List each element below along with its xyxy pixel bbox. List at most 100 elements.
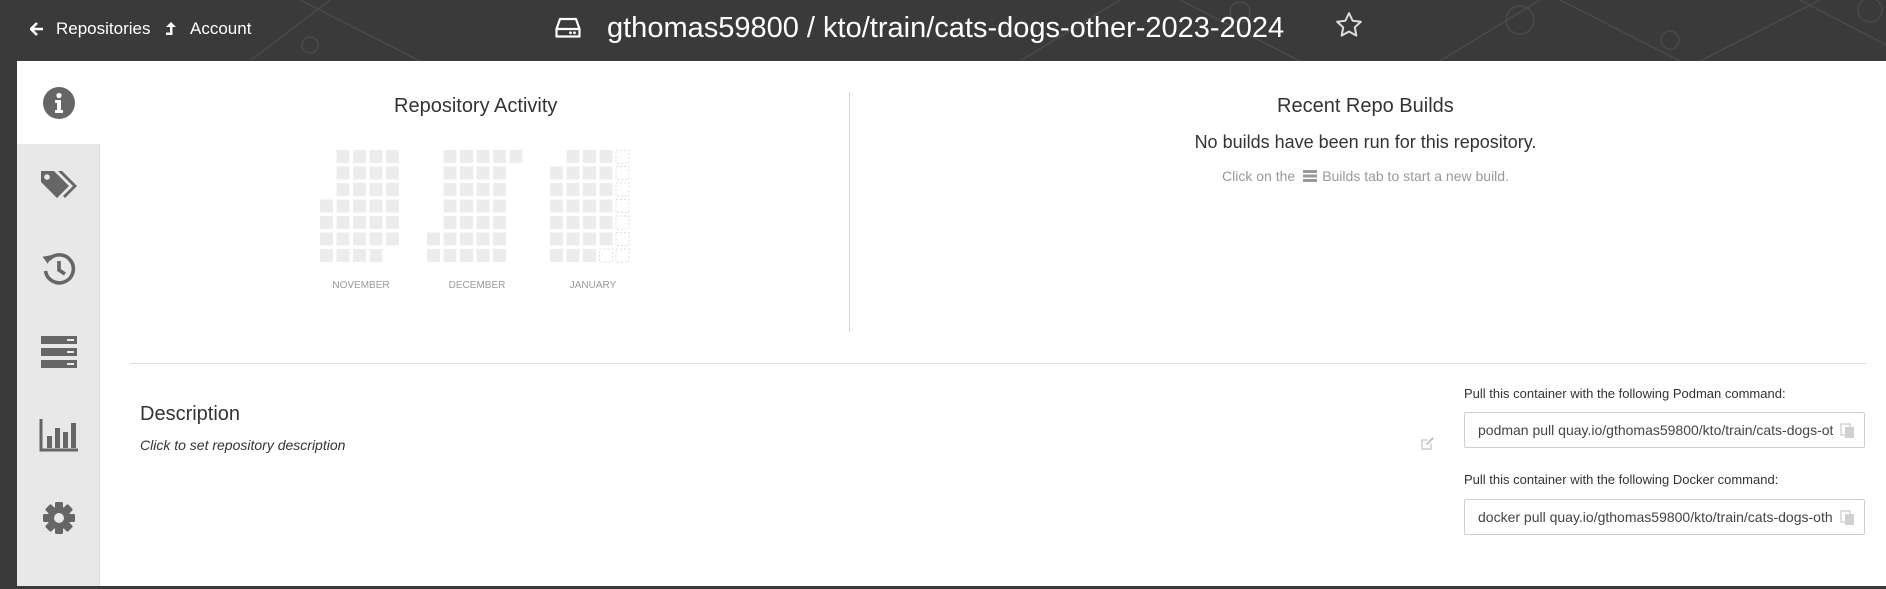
activity-day-cell <box>443 232 457 246</box>
bar-chart-icon <box>39 418 78 451</box>
repositories-link[interactable]: Repositories <box>30 17 151 41</box>
activity-day-cell <box>476 150 490 163</box>
activity-day-cell <box>599 199 613 213</box>
account-link-label: Account <box>190 19 252 38</box>
activity-day-cell <box>566 249 580 262</box>
tab-usage-logs[interactable] <box>17 393 100 476</box>
activity-day-cell <box>493 183 506 196</box>
info-circle-icon <box>42 86 75 119</box>
activity-day-cell <box>599 216 613 229</box>
activity-day-cell <box>443 166 457 180</box>
activity-day-cell <box>443 216 457 229</box>
activity-heatmap: NOVEMBER DECEMBER JANUARY <box>320 149 630 291</box>
activity-day-cell <box>583 166 596 180</box>
activity-day-cell <box>353 249 366 262</box>
vertical-divider <box>849 92 850 332</box>
activity-day-cell <box>476 216 490 229</box>
activity-day-cell <box>386 166 399 180</box>
activity-day-cell <box>583 199 596 213</box>
tab-tags[interactable] <box>17 144 100 227</box>
description-title: Description <box>140 403 241 425</box>
repository-activity-title: Repository Activity <box>394 95 558 117</box>
activity-day-cell <box>566 150 580 163</box>
activity-day-cell <box>599 150 613 163</box>
tab-builds[interactable] <box>17 310 100 393</box>
activity-day-cell <box>599 183 613 196</box>
activity-day-cell <box>476 199 490 213</box>
activity-day-cell <box>369 166 383 180</box>
builds-hint-suffix: Builds tab to start a new build. <box>1322 168 1509 184</box>
activity-day-cell <box>615 166 630 180</box>
repo-path: gthomas59800 / kto/train/cats-dogs-other… <box>607 11 1285 44</box>
activity-day-cell <box>615 182 630 197</box>
activity-day-cell <box>353 166 366 180</box>
server-icon <box>1303 170 1318 182</box>
docker-pull-field <box>1464 499 1865 535</box>
hard-drive-icon <box>555 17 581 39</box>
activity-day-cell <box>476 249 490 262</box>
activity-day-cell <box>476 166 490 180</box>
activity-day-cell <box>336 199 350 213</box>
activity-day-cell <box>550 216 563 229</box>
activity-day-cell <box>615 149 630 164</box>
copy-icon <box>1840 510 1854 525</box>
activity-day-cell <box>460 232 473 246</box>
activity-day-cell <box>336 150 350 163</box>
activity-future-cell <box>615 248 630 263</box>
star-icon <box>1336 12 1362 37</box>
star-button[interactable] <box>1334 10 1364 45</box>
month-label-january: JANUARY <box>570 280 617 291</box>
activity-day-cell <box>583 216 596 229</box>
account-link[interactable]: Account <box>164 17 251 41</box>
activity-day-cell <box>369 216 383 229</box>
activity-day-cell <box>460 183 473 196</box>
activity-day-cell <box>615 199 630 213</box>
level-up-icon <box>164 22 176 35</box>
activity-day-cell <box>427 232 440 246</box>
activity-day-cell <box>443 249 457 262</box>
tab-information[interactable] <box>17 61 100 144</box>
docker-command-input[interactable] <box>1465 500 1833 534</box>
recent-builds-title: Recent Repo Builds <box>1277 95 1454 117</box>
activity-day-cell <box>353 183 366 196</box>
builds-hint: Click on the Builds tab to start a new b… <box>1000 168 1731 184</box>
activity-day-cell <box>583 232 596 246</box>
activity-day-cell <box>493 166 506 180</box>
copy-podman-button[interactable] <box>1840 423 1856 444</box>
activity-day-cell <box>550 183 563 196</box>
activity-day-cell <box>550 199 563 213</box>
builds-hint-prefix: Click on the <box>1222 168 1296 184</box>
activity-day-cell <box>460 166 473 180</box>
activity-day-cell <box>320 216 333 229</box>
copy-icon <box>1840 423 1854 438</box>
activity-day-cell <box>369 199 383 213</box>
podman-pull-field <box>1464 412 1865 448</box>
activity-future-cell <box>599 248 613 263</box>
tab-history[interactable] <box>17 227 100 310</box>
activity-day-cell <box>476 183 490 196</box>
edit-description-button[interactable] <box>1420 436 1435 456</box>
activity-day-cell <box>336 183 350 196</box>
activity-day-cell <box>460 216 473 229</box>
podman-command-input[interactable] <box>1465 413 1833 447</box>
activity-day-cell <box>336 166 350 180</box>
activity-day-cell <box>460 199 473 213</box>
activity-day-cell <box>369 183 383 196</box>
description-placeholder[interactable]: Click to set repository description <box>140 437 345 453</box>
podman-pull-label: Pull this container with the following P… <box>1464 386 1786 401</box>
history-icon <box>42 252 75 285</box>
repositories-link-label: Repositories <box>56 19 151 38</box>
activity-day-cell <box>599 232 613 246</box>
activity-day-cell <box>443 183 457 196</box>
tab-settings[interactable] <box>17 476 100 559</box>
activity-day-cell <box>460 150 473 163</box>
activity-day-cell <box>493 249 506 262</box>
activity-day-cell <box>550 232 563 246</box>
activity-future-cell <box>615 232 630 246</box>
activity-day-cell <box>615 215 630 230</box>
copy-docker-button[interactable] <box>1840 510 1856 531</box>
activity-day-cell <box>566 216 580 229</box>
horizontal-divider <box>130 363 1866 364</box>
activity-day-cell <box>566 183 580 196</box>
activity-day-cell <box>443 199 457 213</box>
